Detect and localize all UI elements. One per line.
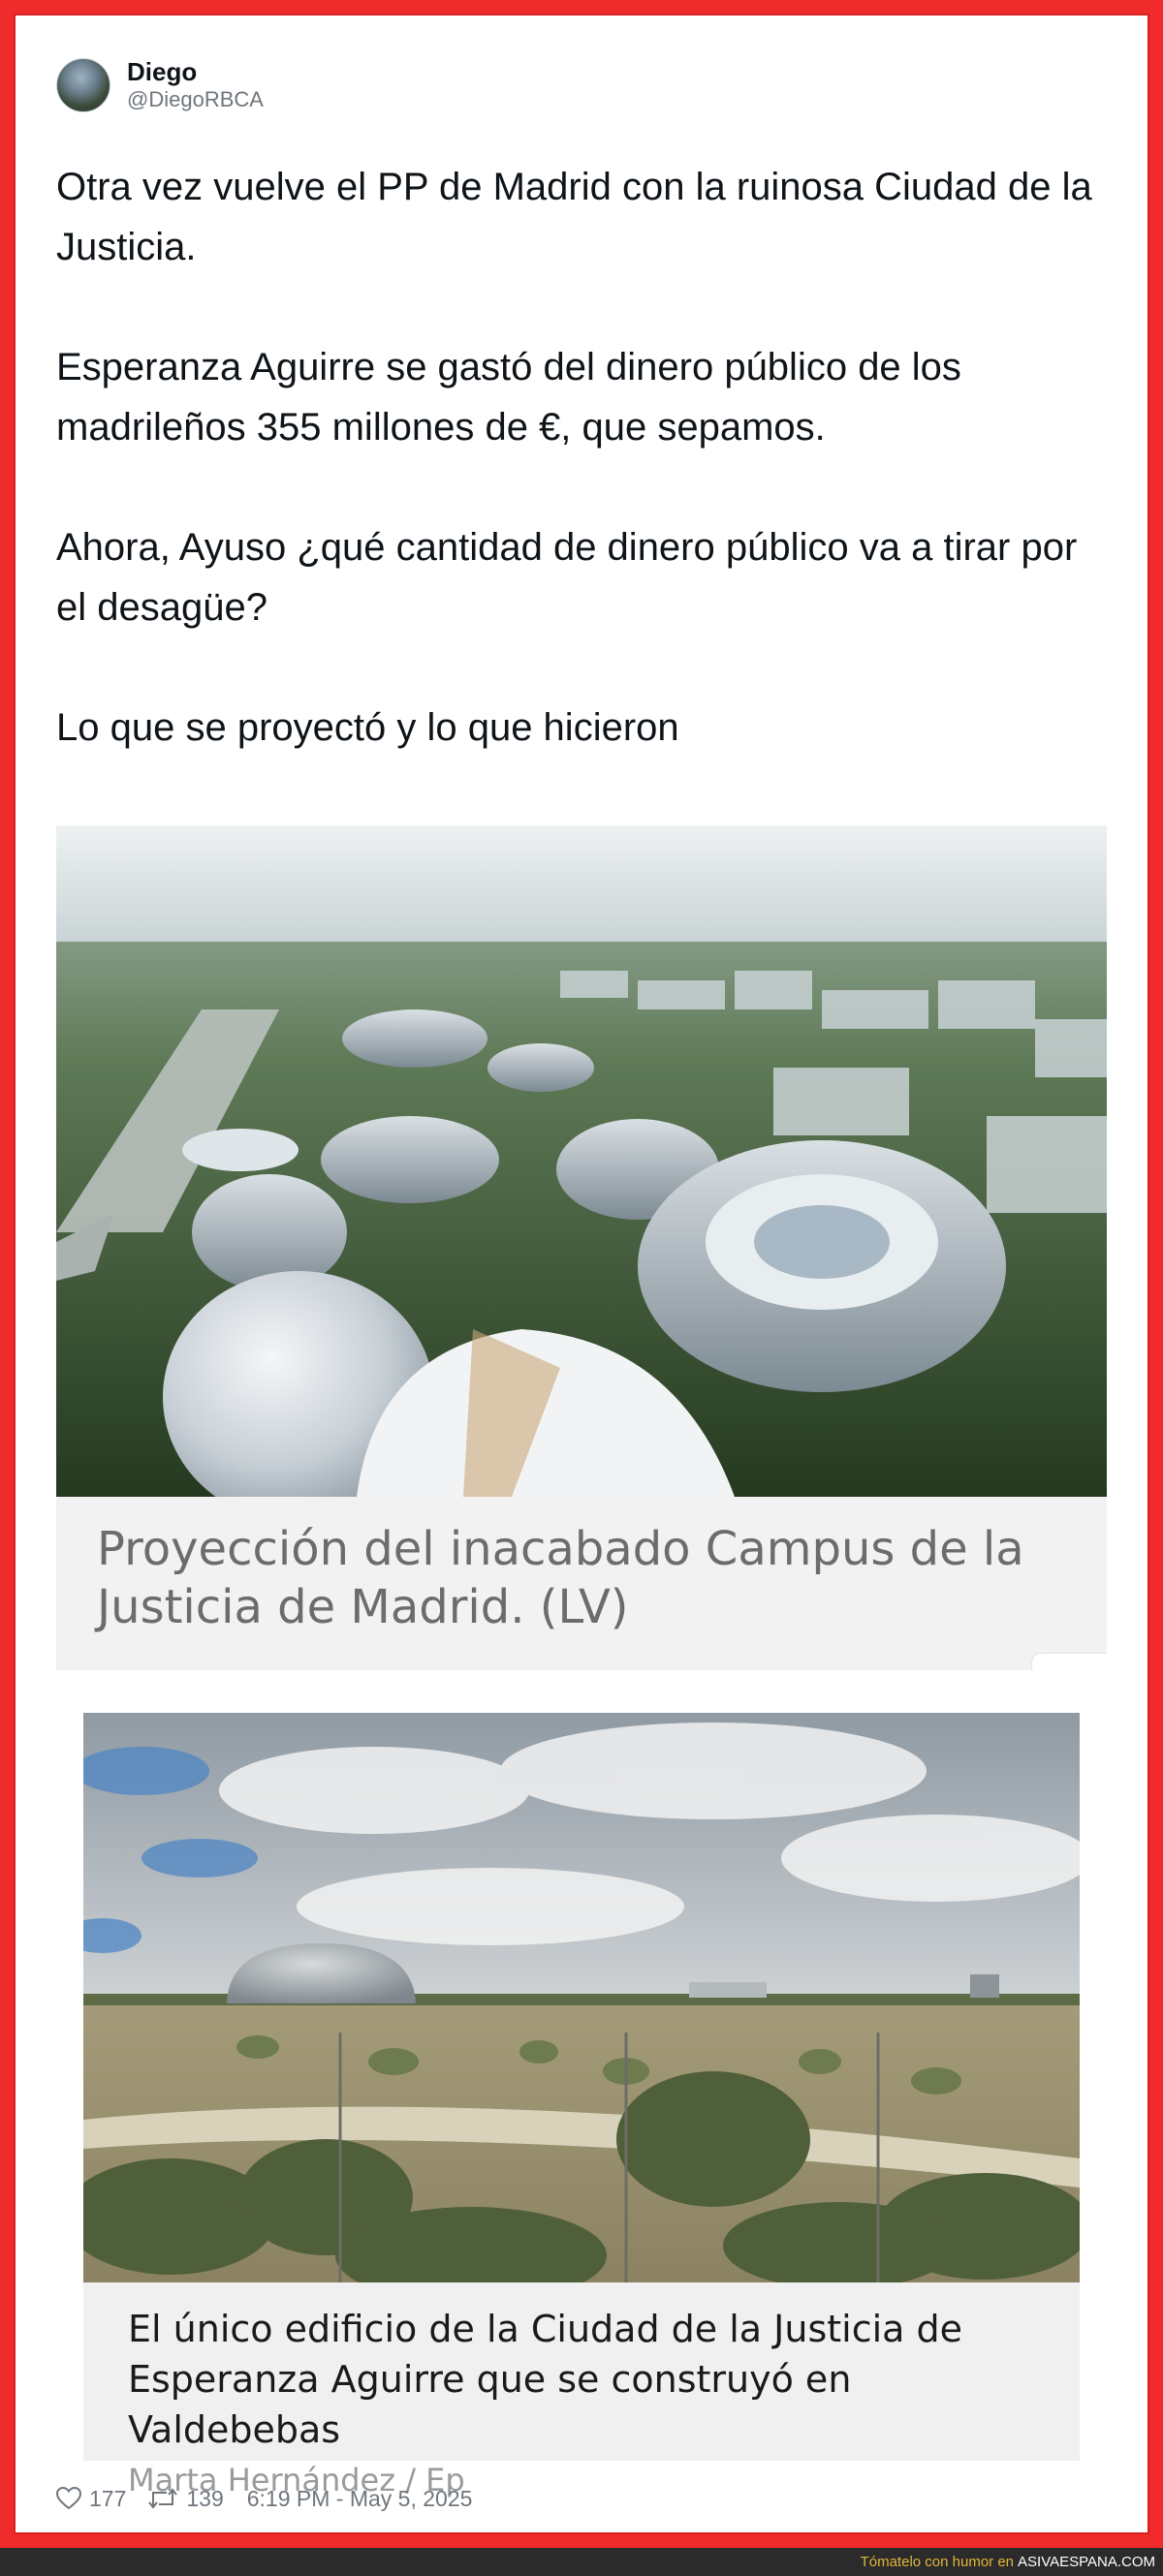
retweet-icon[interactable] <box>147 2487 178 2510</box>
caption-tab <box>1031 1653 1107 1670</box>
retweet-count: 139 <box>186 2485 224 2511</box>
like-count: 177 <box>89 2485 127 2511</box>
tweet-paragraph: Lo que se proyectó y lo que hicieron <box>56 706 679 749</box>
tweet-paragraph: Ahora, Ayuso ¿qué cantidad de dinero púb… <box>56 526 1078 629</box>
media-card-photo[interactable]: El único edificio de la Ciudad de la Jus… <box>83 1713 1080 2498</box>
watermark-text: Tómatelo con humor en <box>860 2554 1015 2570</box>
author-names: Diego @DiegoRBCA <box>127 57 264 113</box>
tweet-header: Diego @DiegoRBCA <box>56 54 264 116</box>
author-handle[interactable]: @DiegoRBCA <box>127 86 264 113</box>
valdebebas-photo-image[interactable] <box>83 1713 1080 2282</box>
tweet-text: Otra vez vuelve el PP de Madrid con la r… <box>56 157 1113 758</box>
author-name[interactable]: Diego <box>127 57 264 86</box>
campus-rendering-image[interactable] <box>56 825 1107 1497</box>
media-caption-text: Proyección del inacabado Campus de la Ju… <box>97 1522 1024 1634</box>
like-stat[interactable]: 177 <box>56 2486 126 2512</box>
retweet-stat[interactable]: 139 <box>147 2485 224 2512</box>
heart-icon[interactable] <box>56 2487 81 2510</box>
media-caption-text: El único edificio de la Ciudad de la Jus… <box>128 2308 963 2451</box>
avatar[interactable] <box>56 58 110 112</box>
watermark-site[interactable]: ASIVAESPANA.COM <box>1018 2554 1155 2570</box>
watermark-bar: Tómatelo con humor en ASIVAESPANA.COM <box>0 2548 1163 2576</box>
media-card-projection[interactable]: Proyección del inacabado Campus de la Ju… <box>56 825 1107 1670</box>
tweet-footer: 177 139 6:19 PM - May 5, 2025 <box>56 2482 472 2515</box>
media-caption: Proyección del inacabado Campus de la Ju… <box>56 1497 1107 1670</box>
media-caption: El único edificio de la Ciudad de la Jus… <box>83 2282 1080 2498</box>
tweet-paragraph: Otra vez vuelve el PP de Madrid con la r… <box>56 166 1092 268</box>
tweet-paragraph: Esperanza Aguirre se gastó del dinero pú… <box>56 346 961 449</box>
tweet-timestamp[interactable]: 6:19 PM - May 5, 2025 <box>247 2486 473 2512</box>
